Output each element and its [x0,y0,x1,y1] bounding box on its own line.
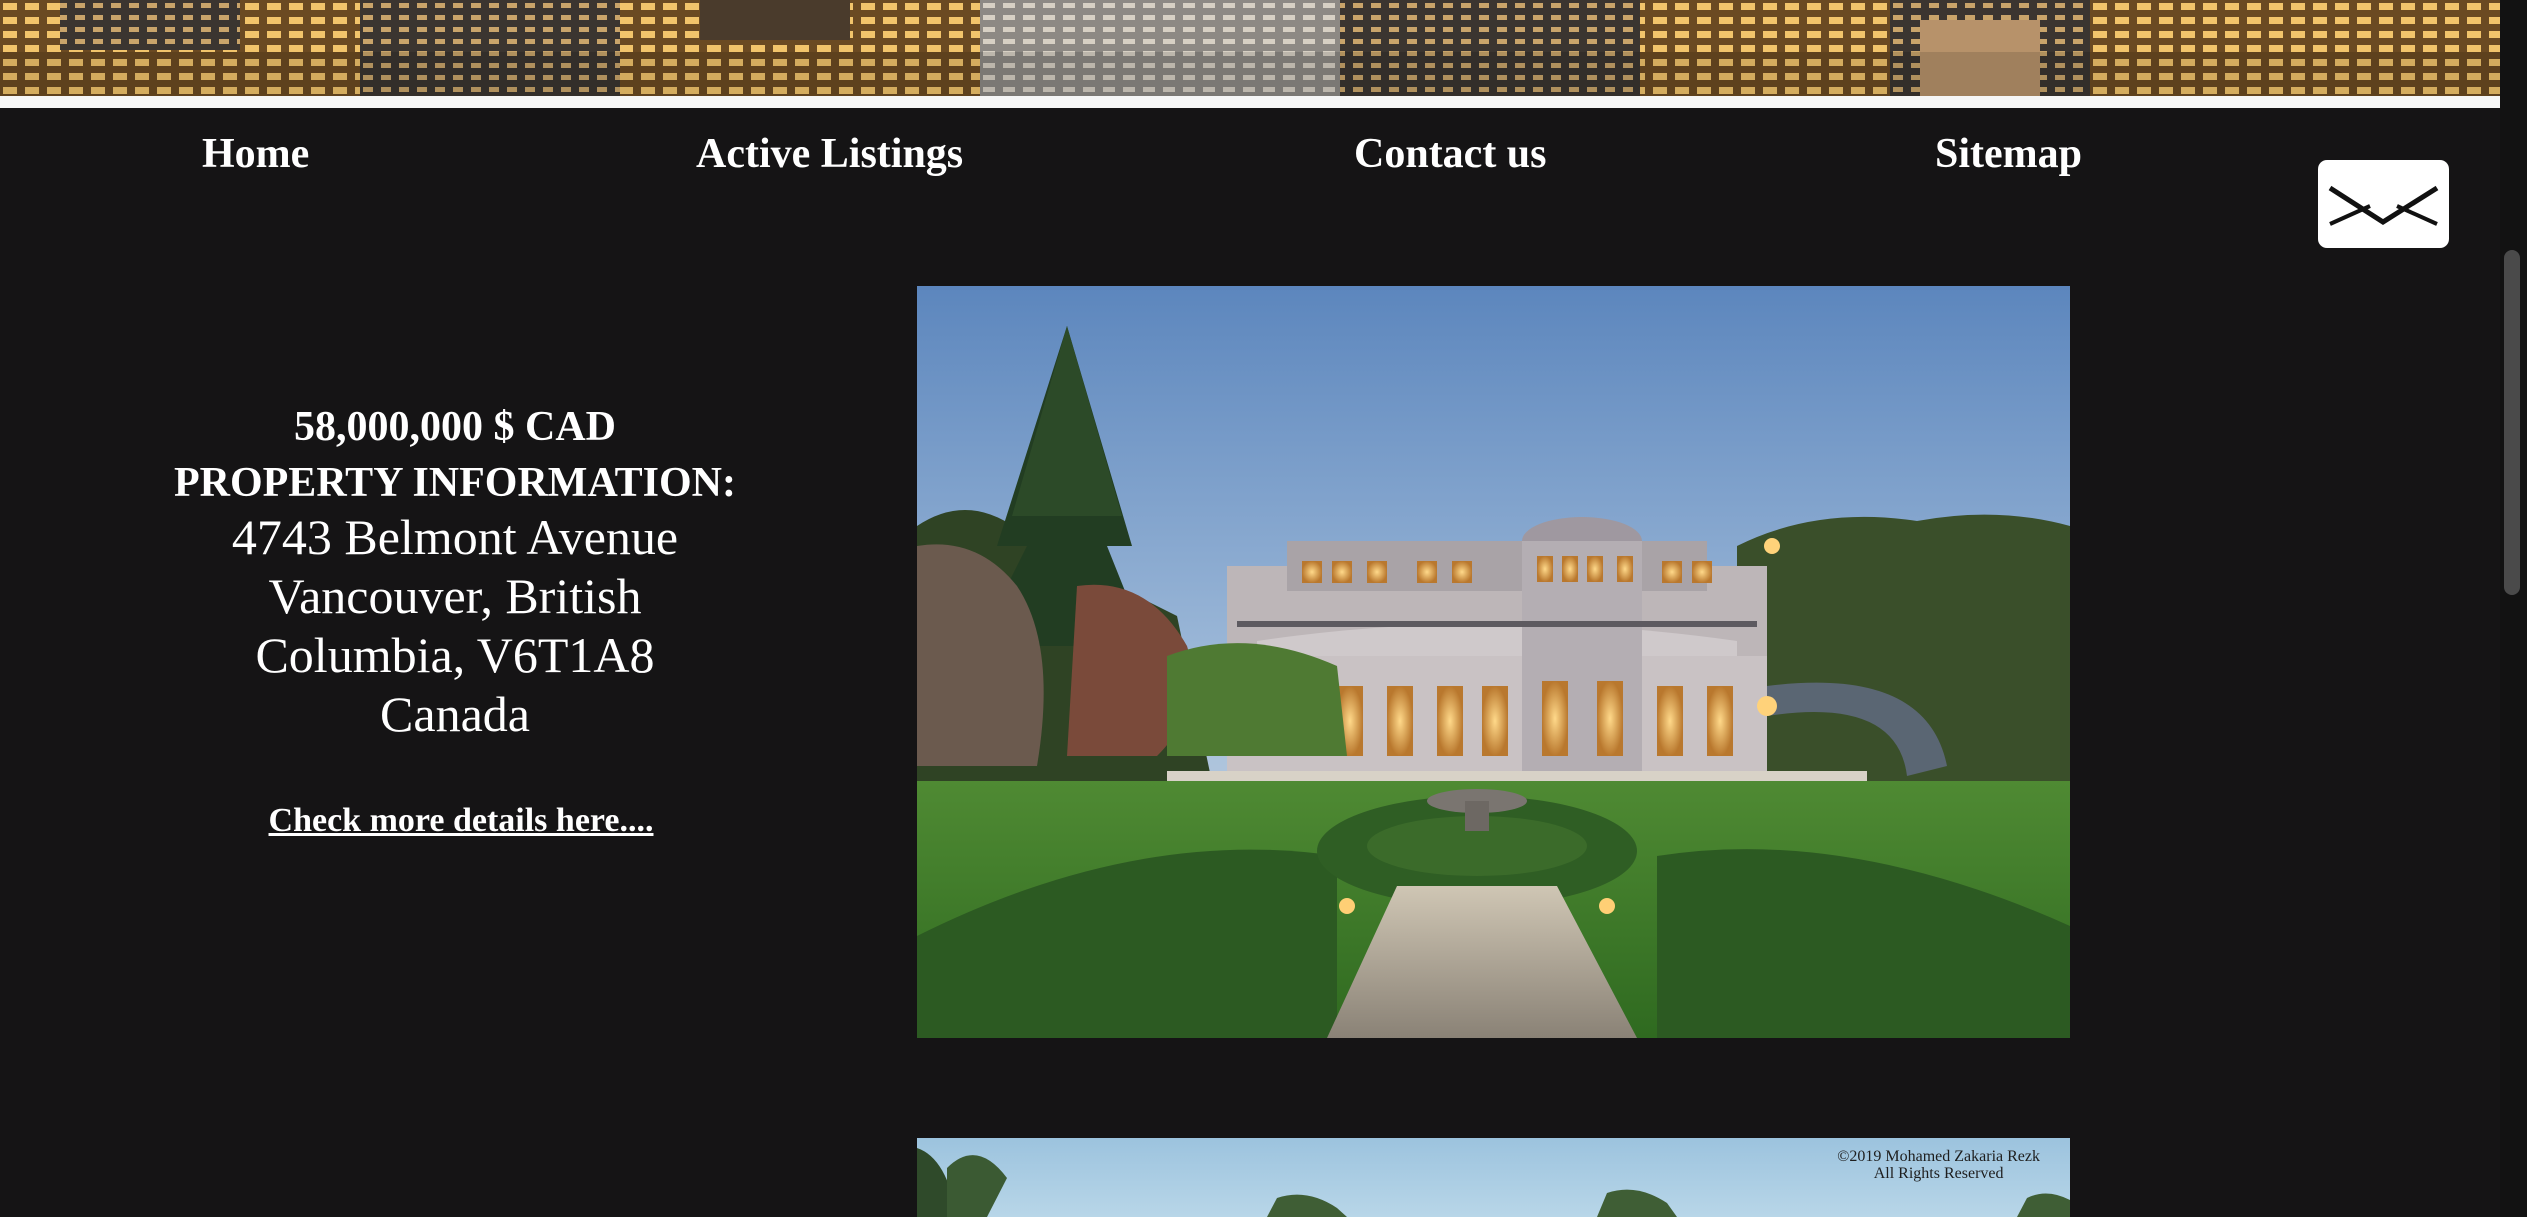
nav-sitemap-link[interactable]: Sitemap [1935,130,2082,178]
price: 58,000,000 $ CAD [294,404,616,450]
main-nav: Home Active Listings Contact us Sitemap [0,108,2500,208]
header-banner-image [0,0,2500,96]
property-info-panel: 58,000,000 $ CAD PROPERTY INFORMATION: 4… [140,400,770,840]
nav-active-listings-link[interactable]: Active Listings [696,130,963,178]
address-line: Columbia, V6T1A8 [255,627,655,683]
check-details-link[interactable]: Check more details here.... [269,802,654,840]
watermark-line: All Rights Reserved [1873,1165,2004,1182]
address-line: Canada [380,686,530,742]
property-address: 4743 Belmont Avenue Vancouver, British C… [140,508,770,744]
copyright-watermark: ©2019 Mohamed Zakaria Rezk All Rights Re… [1837,1148,2040,1182]
scrollbar-track[interactable] [2500,0,2527,1217]
scrollbar-thumb[interactable] [2504,250,2520,595]
property-info-heading: PROPERTY INFORMATION: [174,460,736,506]
page: Home Active Listings Contact us Sitemap … [0,0,2527,1217]
address-line: Vancouver, British [268,568,642,624]
watermark-line: ©2019 Mohamed Zakaria Rezk [1837,1148,2040,1165]
nav-home-link[interactable]: Home [202,130,309,178]
property-photo [917,286,2070,1038]
property-photo-2: ©2019 Mohamed Zakaria Rezk All Rights Re… [917,1138,2070,1217]
nav-contact-us-link[interactable]: Contact us [1354,130,1547,178]
envelope-icon [2328,185,2439,226]
mail-button[interactable] [2318,160,2449,248]
address-line: 4743 Belmont Avenue [231,509,679,565]
banner-divider [0,96,2500,108]
